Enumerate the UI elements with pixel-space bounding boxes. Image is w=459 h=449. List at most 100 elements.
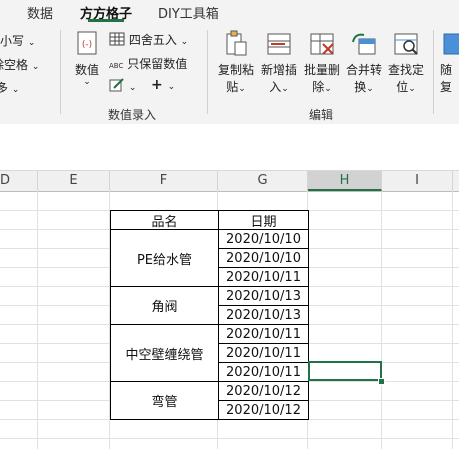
batch-delete-label-1: 批量删 [303,63,340,77]
header-cell-name[interactable]: 品名 [110,210,219,230]
batch-delete-button[interactable]: 批量删 除⌄ [301,30,343,95]
group-separator [433,30,434,114]
chevron-down-icon: ⌄ [11,85,20,95]
fill-handle[interactable] [378,378,385,385]
value-button[interactable]: (-) 数值 ⌄ [70,30,104,87]
find-locate-label-1: 查找定 [387,63,424,77]
tab-diy-toolbox[interactable]: DIY工具箱 [158,3,219,22]
batch-delete-line2: 除⌄ [301,78,343,95]
merge-convert-line2: 换⌄ [343,78,385,95]
product-name: 角阀 [151,300,178,315]
date-cell[interactable]: 2020/10/12 [218,400,309,420]
svg-text:(-): (-) [82,40,92,50]
date-value: 2020/10/10 [226,231,301,247]
abc-icon: ABC [109,62,124,70]
copy-paste-label-1: 复制粘 [217,63,254,77]
date-value: 2020/10/11 [226,364,301,380]
keep-values-label: 只保留数值 [127,57,188,71]
find-locate-button[interactable]: 查找定 位⌄ [385,30,427,95]
column-header-d-label: D [0,173,11,188]
header-date-text: 日期 [250,214,277,230]
add-insert-label-2: 入 [269,80,282,94]
chevron-down-icon: ⌄ [83,77,91,87]
product-name: PE给水管 [136,252,193,268]
date-cell[interactable]: 2020/10/12 [218,381,309,401]
tab-data[interactable]: 数据 [27,3,53,22]
random-label-2: 复 [440,80,453,94]
date-cell[interactable]: 2020/10/13 [218,286,309,306]
date-value: 2020/10/11 [226,269,301,285]
merge-convert-label-2: 换 [354,80,367,94]
more-label: 多 [0,81,9,95]
date-cell[interactable]: 2020/10/13 [218,305,309,325]
column-header-e[interactable]: E [38,171,110,191]
chevron-down-icon: ⌄ [128,83,137,93]
edit-icon [109,78,124,92]
chevron-down-icon: ⌄ [238,84,246,94]
group-separator [207,30,208,114]
column-header-row: D E F G H I [0,171,459,192]
date-value: 2020/10/13 [226,288,301,304]
ribbon: 小写 ⌄ 除空格 ⌄ 多 ⌄ (-) 数值 ⌄ 四舍五入 ⌄ ABC 只保留数值 [0,22,459,125]
random-label-1: 随 [440,63,453,77]
remove-spaces-label: 除空格 [0,58,29,72]
date-cell[interactable]: 2020/10/11 [218,343,309,363]
copy-paste-button[interactable]: 复制粘 贴⌄ [216,30,256,95]
keep-values-button[interactable]: ABC 只保留数值 [109,55,187,72]
random-icon [443,33,459,55]
column-header-h-label: H [339,173,350,188]
date-cell[interactable]: 2020/10/11 [218,362,309,382]
lowercase-label: 小写 [0,34,25,48]
more-button[interactable]: 多 ⌄ [0,79,19,96]
column-header-e-label: E [69,173,78,188]
date-cell[interactable]: 2020/10/11 [218,267,309,287]
remove-spaces-button[interactable]: 除空格 ⌄ [0,56,39,73]
random-button[interactable]: 随 复 [440,30,459,95]
value-icon: (-) [77,31,97,55]
date-value: 2020/10/11 [226,345,301,361]
batch-delete-label-2: 除 [312,80,325,94]
merge-icon [352,33,376,55]
plus-button[interactable]: + ⌄ [151,77,175,93]
edit-group-label: 编辑 [309,108,334,122]
date-cell[interactable]: 2020/10/11 [218,324,309,344]
column-header-i-label: I [415,173,419,188]
copy-paste-line2: 贴⌄ [216,78,256,95]
delete-table-icon [310,33,334,55]
column-header-d[interactable]: D [0,171,38,191]
merged-name-cell[interactable]: 角阀 [110,286,219,325]
find-locate-line2: 位⌄ [385,78,427,95]
add-insert-line2: 入⌄ [258,78,300,95]
lowercase-button[interactable]: 小写 ⌄ [0,32,35,49]
round-button[interactable]: 四舍五入 ⌄ [109,31,188,48]
merge-convert-label-1: 合并转 [345,63,382,77]
column-header-g[interactable]: G [218,171,308,191]
chevron-down-icon: ⌄ [167,82,176,92]
chevron-down-icon: ⌄ [31,62,40,72]
header-name-text: 品名 [151,214,178,230]
product-name: 中空壁缠绕管 [125,347,204,363]
column-header-f[interactable]: F [110,171,218,191]
column-header-i[interactable]: I [382,171,453,191]
date-cell[interactable]: 2020/10/10 [218,248,309,268]
merged-name-cell[interactable]: PE给水管 [110,229,219,287]
clipboard-icon [226,30,247,56]
date-cell[interactable]: 2020/10/10 [218,229,309,249]
header-cell-date[interactable]: 日期 [218,210,309,230]
active-cell-selection[interactable] [308,361,382,381]
chevron-down-icon: ⌄ [281,84,289,94]
add-insert-button[interactable]: 新增插 入⌄ [258,30,300,95]
merged-name-cell[interactable]: 中空壁缠绕管 [110,324,219,382]
merge-convert-button[interactable]: 合并转 换⌄ [343,30,385,95]
merged-name-cell[interactable]: 弯管 [110,381,219,420]
chevron-down-icon: ⌄ [324,84,332,94]
group-separator [60,30,61,114]
edit-dropdown-button[interactable]: ⌄ [109,78,136,93]
round-label: 四舍五入 [128,33,177,47]
date-value: 2020/10/10 [226,250,301,266]
column-header-h[interactable]: H [308,171,382,191]
grid-row-line [0,438,459,439]
formula-bar-area[interactable] [0,124,459,171]
value-label: 数值 [74,63,99,77]
date-value: 2020/10/12 [226,383,301,399]
